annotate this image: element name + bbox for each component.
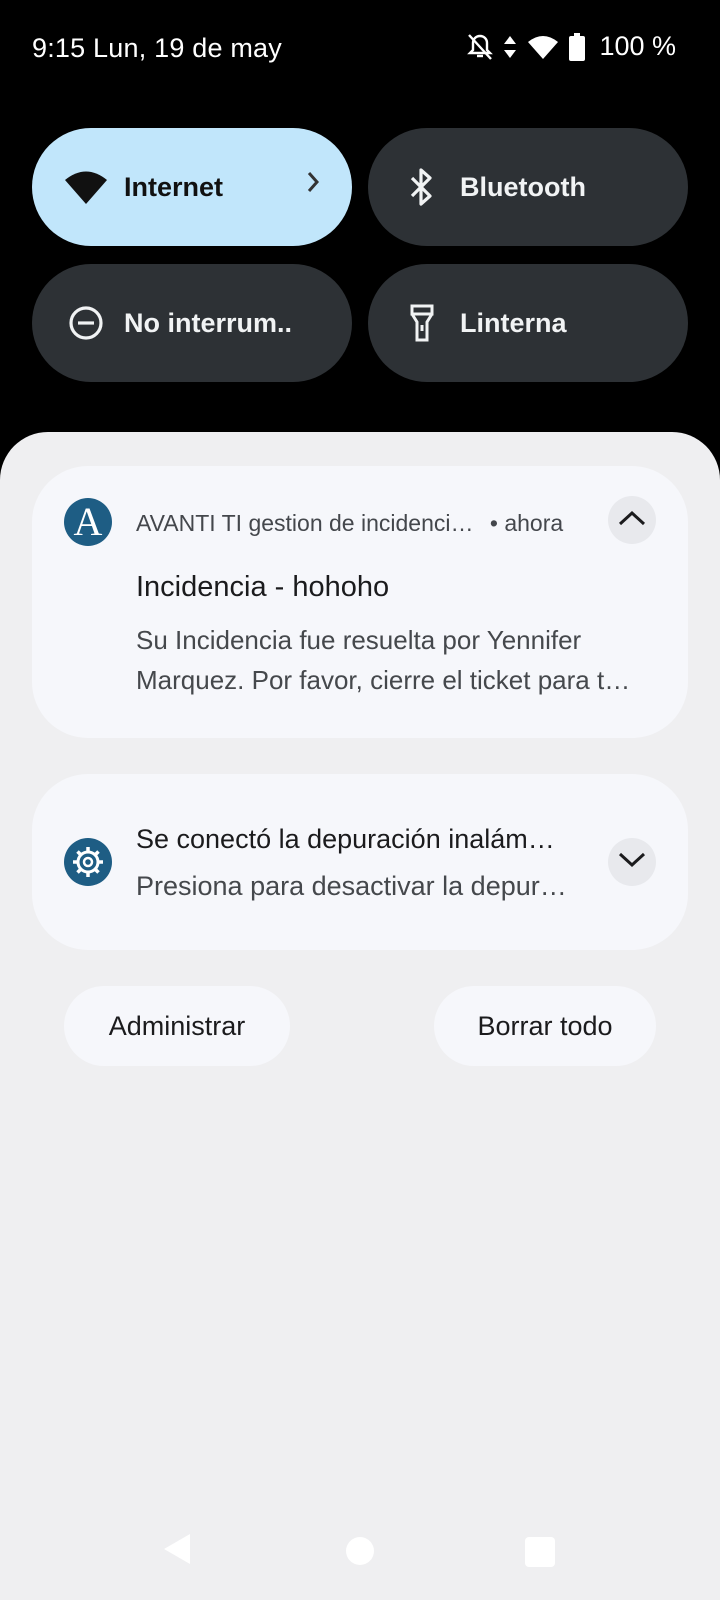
tile-bluetooth-label: Bluetooth [460,171,586,202]
bluetooth-icon [400,165,444,209]
chevron-down-icon [618,852,646,873]
notification-body-line-2: Marquez. Por favor, cierre el ticket par… [136,665,631,695]
clear-all-button[interactable]: Borrar todo [434,986,656,1066]
do-not-disturb-icon [64,301,108,345]
notification-app-name: AVANTI TI gestion de incidenci… [136,510,474,536]
flashlight-icon [400,301,444,345]
battery-percent: 100 % [599,31,676,61]
debug-notification-body: Presiona para desactivar la depur… [136,871,567,901]
home-icon[interactable] [346,1537,374,1565]
notification-body-line-1: Su Incidencia fue resuelta por Yennifer [136,625,582,655]
wifi-icon [64,165,108,209]
chevron-right-icon [306,170,320,201]
notification-card-debugging[interactable] [32,774,688,950]
status-bar: 9:15 Lun, 19 de may 100 % [0,0,720,100]
notification-header: AVANTI TI gestion de incidenci… • ahora [136,510,563,537]
recent-apps-icon[interactable] [525,1537,555,1567]
status-time-date: 9:15 Lun, 19 de may [32,33,282,63]
chevron-up-icon [618,510,646,531]
notification-body: Su Incidencia fue resuelta por Yennifer … [136,620,666,700]
tile-do-not-disturb[interactable]: No interrum.. [32,264,352,382]
notification-title: Incidencia - hohoho [136,571,390,603]
battery-icon [569,32,586,61]
tile-internet-label: Internet [124,171,224,202]
tile-flashlight[interactable]: Linterna [368,264,688,382]
tile-flashlight-label: Linterna [460,307,567,338]
back-icon[interactable] [162,1532,192,1571]
gear-icon [64,838,112,886]
notifications-off-icon [467,33,494,61]
wifi-icon [527,34,559,60]
status-icons: 100 % [467,31,676,62]
manage-button[interactable]: Administrar [64,986,290,1066]
tile-do-not-disturb-label: No interrum.. [124,307,293,338]
avanti-app-icon: A [64,498,112,546]
notification-time: • ahora [489,510,564,536]
tile-internet[interactable]: Internet [32,128,352,246]
collapse-button[interactable] [608,496,656,544]
tile-bluetooth[interactable]: Bluetooth [368,128,688,246]
debug-notification-title: Se conectó la depuración inalám… [136,824,555,854]
navigation-bar [0,1470,720,1600]
app-letter: A [73,499,103,544]
expand-button[interactable] [608,838,656,886]
data-arrows-icon [503,34,517,60]
